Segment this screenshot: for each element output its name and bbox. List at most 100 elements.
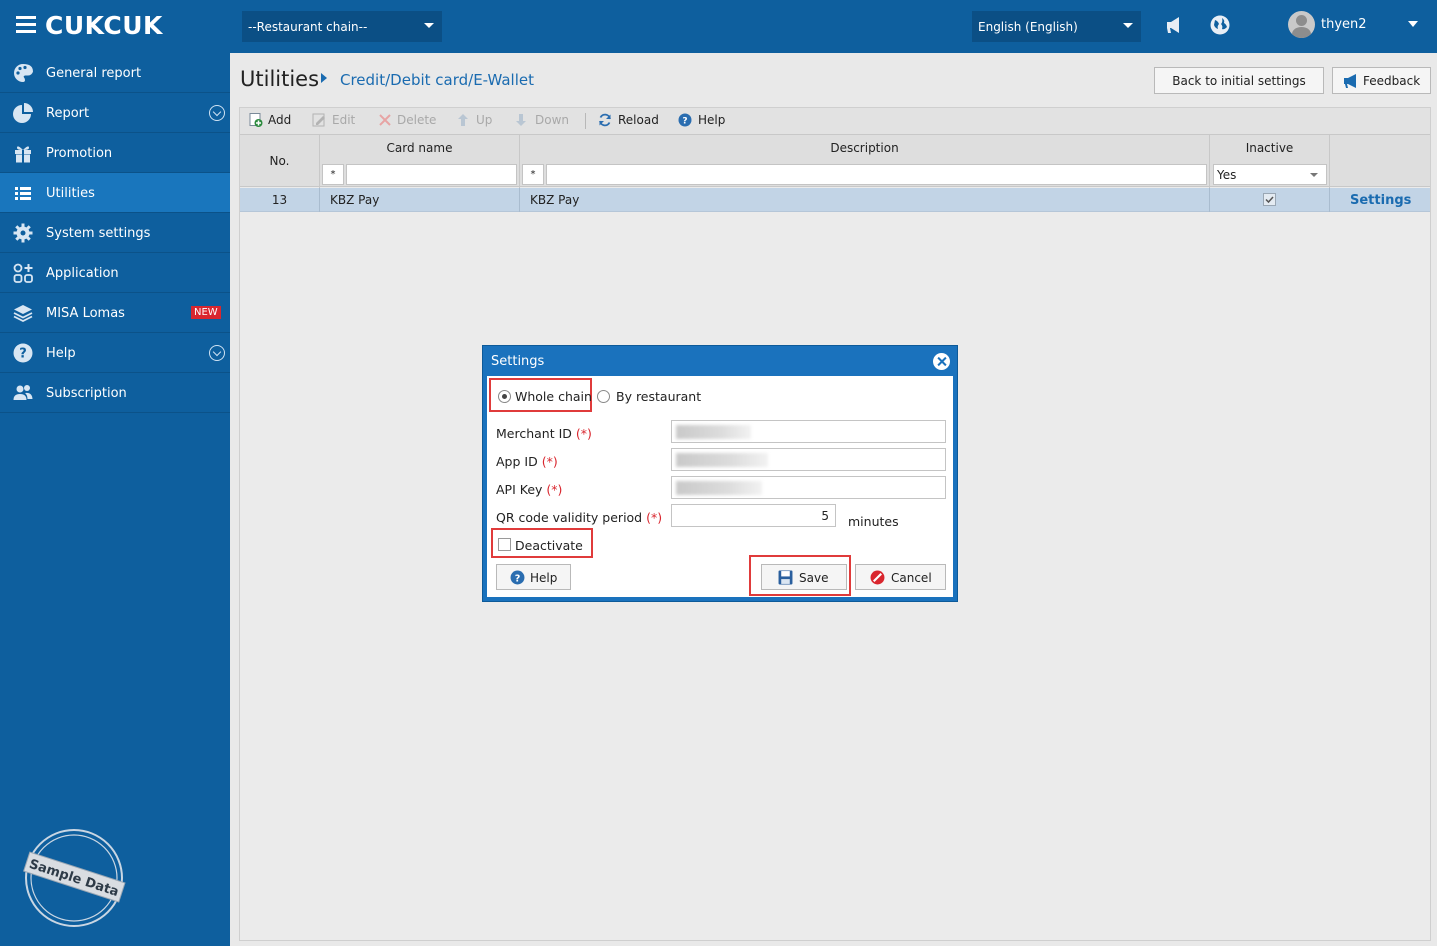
sidebar-item-system-settings[interactable]: System settings <box>0 213 230 253</box>
dialog-help-button[interactable]: ? Help <box>496 564 571 590</box>
filter-operator[interactable]: * <box>522 164 544 185</box>
column-header-inactive[interactable]: Inactive Yes <box>1210 135 1330 188</box>
sidebar-item-help[interactable]: ? Help <box>0 333 230 373</box>
help-icon: ? <box>678 113 692 127</box>
megaphone-icon[interactable] <box>1164 14 1186 36</box>
app-id-input[interactable] <box>671 448 946 471</box>
column-header-description[interactable]: Description * <box>520 135 1210 188</box>
palette-icon <box>14 64 33 82</box>
chevron-down-icon[interactable] <box>1408 21 1418 27</box>
top-bar: CUKCUK --Restaurant chain-- English (Eng… <box>0 0 1437 53</box>
sidebar-item-general-report[interactable]: General report <box>0 53 230 93</box>
breadcrumb-arrow-icon <box>321 73 327 83</box>
filter-operator[interactable]: * <box>322 164 344 185</box>
feedback-button[interactable]: Feedback <box>1332 67 1431 94</box>
whole-chain-radio[interactable] <box>498 390 511 403</box>
by-restaurant-radio[interactable] <box>597 390 610 403</box>
username[interactable]: thyen2 <box>1321 17 1367 32</box>
required-mark: (*) <box>541 454 558 469</box>
deactivate-checkbox[interactable] <box>498 538 511 551</box>
help-button-label: Help <box>530 571 558 585</box>
menu-icon[interactable] <box>16 16 36 34</box>
breadcrumb: Credit/Debit card/E-Wallet <box>340 71 534 89</box>
description-filter-input[interactable] <box>546 164 1207 185</box>
redacted-value <box>676 425 751 439</box>
cell-inactive <box>1210 188 1330 212</box>
whole-chain-label[interactable]: Whole chain <box>515 389 592 404</box>
save-button[interactable]: Save <box>761 564 847 590</box>
svg-text:?: ? <box>515 573 521 584</box>
brand-logo: CUKCUK <box>45 11 163 40</box>
toolbar-down-button[interactable]: Down <box>535 113 569 127</box>
chevron-down-icon[interactable] <box>209 105 225 121</box>
cancel-button-label: Cancel <box>891 571 932 585</box>
save-button-label: Save <box>799 571 829 585</box>
sidebar-item-misa-lomas[interactable]: MISA Lomas NEW <box>0 293 230 333</box>
deactivate-label[interactable]: Deactivate <box>515 538 583 553</box>
chevron-down-icon <box>424 23 434 28</box>
sidebar-item-subscription[interactable]: Subscription <box>0 373 230 413</box>
column-header-label: No. <box>269 154 290 168</box>
sample-data-stamp: Sample Data <box>23 829 126 927</box>
qr-unit-label: minutes <box>848 514 899 529</box>
layers-icon <box>13 305 33 323</box>
sidebar-item-utilities[interactable]: Utilities <box>0 173 230 213</box>
restaurant-chain-select[interactable]: --Restaurant chain-- <box>242 11 442 42</box>
qr-validity-input[interactable]: 5 <box>671 504 836 527</box>
dialog-body: Whole chain By restaurant Merchant ID (*… <box>487 376 953 597</box>
reload-icon <box>599 113 611 127</box>
toolbar-reload-button[interactable]: Reload <box>618 113 659 127</box>
column-header-card-name[interactable]: Card name * <box>320 135 520 188</box>
merchant-id-label: Merchant ID (*) <box>496 426 592 441</box>
sidebar-item-application[interactable]: Application <box>0 253 230 293</box>
sidebar-item-label: Report <box>46 106 90 121</box>
column-header-no[interactable]: No. <box>240 135 320 188</box>
list-icon <box>15 187 31 200</box>
toolbar-up-button[interactable]: Up <box>476 113 492 127</box>
column-header-label: Description <box>830 141 899 155</box>
help-icon: ? <box>510 570 525 585</box>
redacted-value <box>676 453 768 467</box>
card-name-filter-input[interactable] <box>346 164 517 185</box>
feedback-label: Feedback <box>1363 74 1421 88</box>
api-key-label: API Key (*) <box>496 482 563 497</box>
toolbar-help-button[interactable]: Help <box>698 113 725 127</box>
by-restaurant-label[interactable]: By restaurant <box>616 389 701 404</box>
toolbar-delete-button[interactable]: Delete <box>397 113 436 127</box>
toolbar-separator <box>585 113 586 129</box>
checkbox-checked-icon[interactable] <box>1263 193 1276 206</box>
cancel-button[interactable]: Cancel <box>855 564 946 590</box>
sidebar: General report Report Promotion Utilitie… <box>0 53 230 946</box>
api-key-input[interactable] <box>671 476 946 499</box>
inactive-filter-select[interactable]: Yes <box>1213 164 1327 185</box>
cancel-icon <box>870 570 885 585</box>
gift-icon <box>15 146 31 163</box>
apps-grid-icon <box>13 263 33 283</box>
arrow-up-icon <box>458 114 468 126</box>
chevron-down-icon[interactable] <box>209 345 225 361</box>
svg-text:?: ? <box>682 117 687 127</box>
avatar[interactable] <box>1288 11 1315 38</box>
sidebar-item-label: Promotion <box>46 146 113 161</box>
close-icon[interactable] <box>933 353 950 370</box>
globe-icon[interactable] <box>1209 14 1231 36</box>
svg-text:?: ? <box>19 347 27 362</box>
sidebar-item-label: General report <box>46 66 142 81</box>
language-value: English (English) <box>978 20 1078 34</box>
gear-icon <box>13 223 33 243</box>
qr-validity-label: QR code validity period (*) <box>496 510 663 525</box>
chevron-down-icon <box>1310 173 1318 177</box>
table-row[interactable]: 13 KBZ Pay KBZ Pay Settings <box>240 188 1430 212</box>
language-select[interactable]: English (English) <box>972 11 1141 42</box>
back-to-initial-settings-button[interactable]: Back to initial settings <box>1154 67 1324 94</box>
settings-link[interactable]: Settings <box>1350 193 1411 208</box>
sidebar-item-promotion[interactable]: Promotion <box>0 133 230 173</box>
grid-header: No. Card name * Description * Inactive Y… <box>240 134 1430 188</box>
required-mark: (*) <box>646 510 663 525</box>
toolbar-edit-button[interactable]: Edit <box>332 113 355 127</box>
redacted-value <box>676 481 762 495</box>
sidebar-item-report[interactable]: Report <box>0 93 230 133</box>
toolbar-add-button[interactable]: Add <box>268 113 291 127</box>
add-icon <box>249 113 263 127</box>
merchant-id-input[interactable] <box>671 420 946 443</box>
